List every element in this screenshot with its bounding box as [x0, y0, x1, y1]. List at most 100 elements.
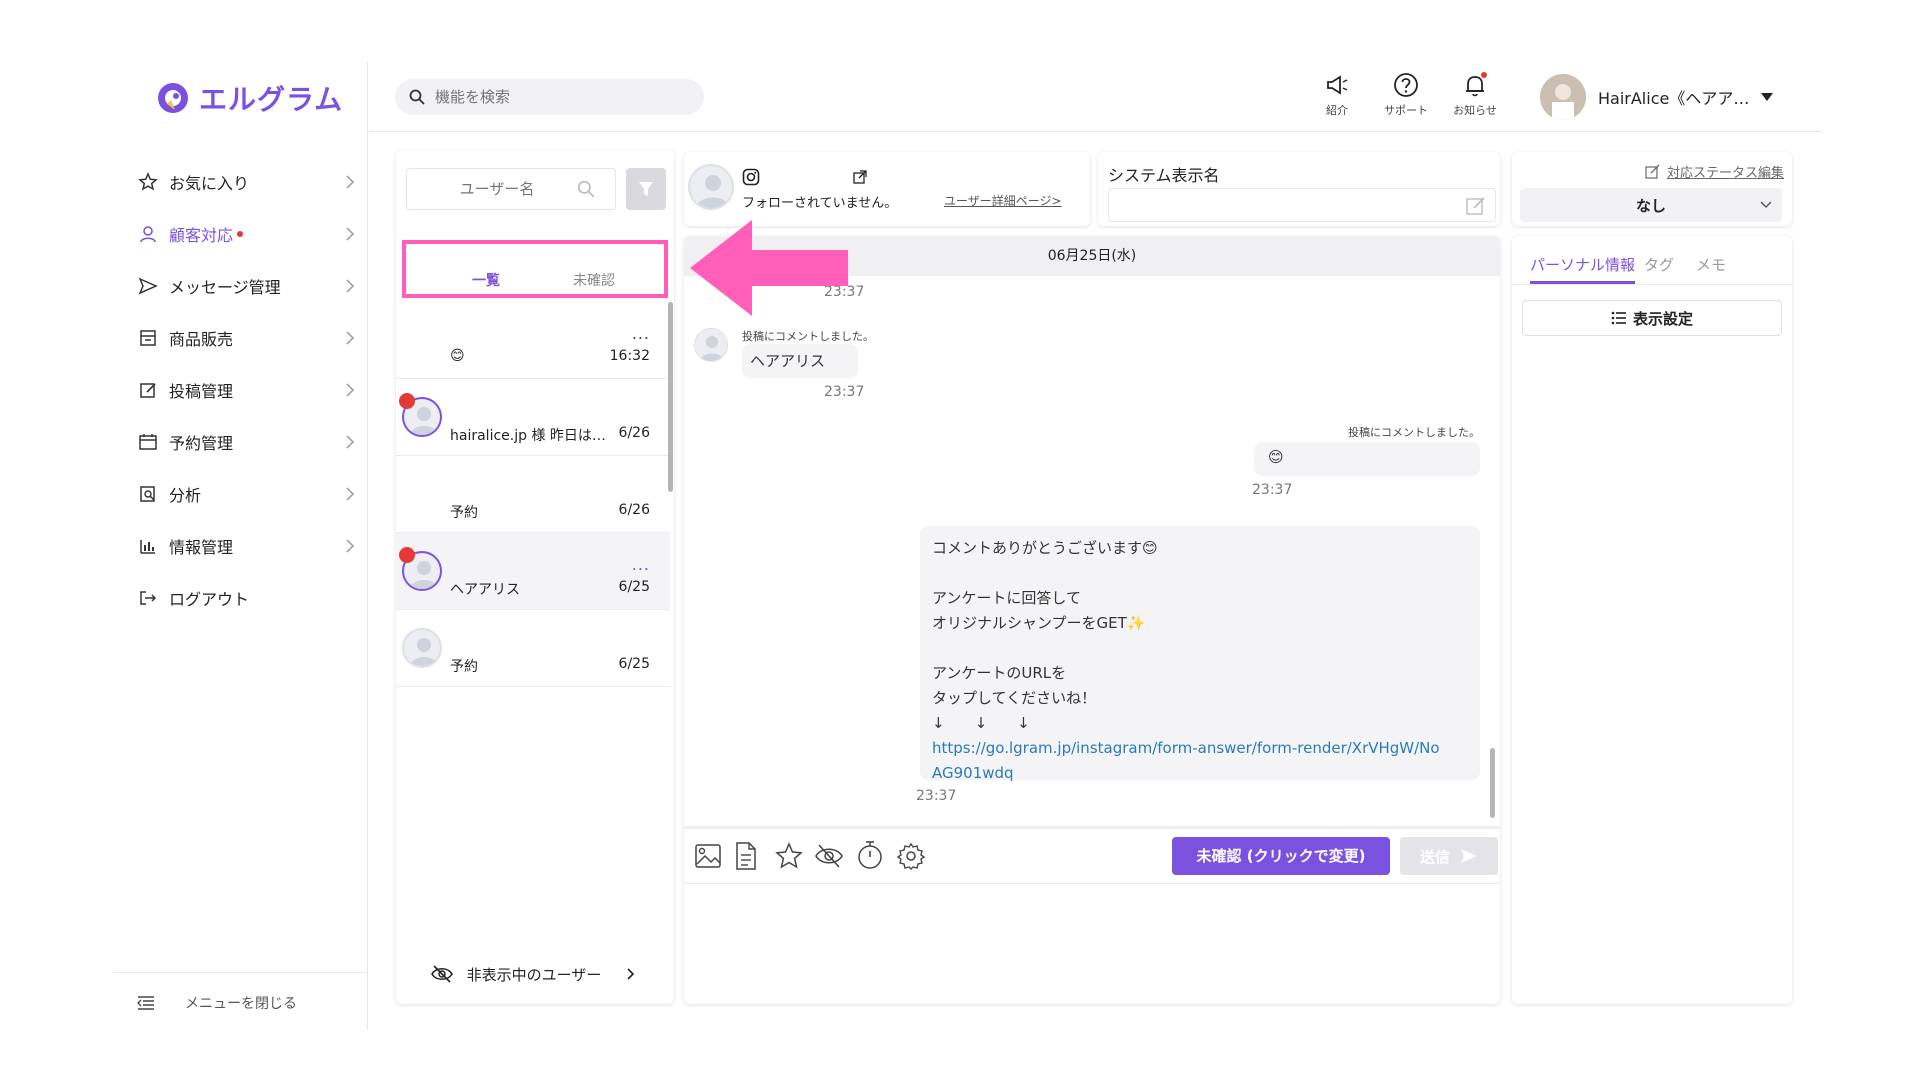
sidebar-item-posts[interactable]: 投稿管理: [137, 370, 363, 410]
send-button[interactable]: 送信: [1400, 837, 1498, 875]
list-scrollbar[interactable]: [668, 302, 673, 492]
list-item[interactable]: hairalice.jp 様 昨日は… 6/26: [396, 379, 670, 456]
gear-icon[interactable]: [896, 841, 926, 871]
list-item-time: 6/25: [618, 579, 650, 595]
tab-tags[interactable]: タグ: [1644, 254, 1674, 275]
close-menu-button[interactable]: メニューを閉じる: [113, 972, 368, 1032]
unread-badge: [399, 393, 415, 409]
message-text: ヘアアリス: [750, 352, 826, 370]
more-icon[interactable]: ...: [632, 324, 650, 343]
chevron-right-icon: [346, 331, 355, 345]
list-item-time: 6/26: [618, 425, 650, 441]
edit-icon[interactable]: [1465, 195, 1487, 217]
sidebar-item-messages[interactable]: メッセージ管理: [137, 266, 363, 306]
message-bubble: コメントありがとうございます😊 アンケートに回答して オリジナルシャンプーをGE…: [920, 526, 1480, 782]
message-link-line[interactable]: https://go.lgram.jp/instagram/form-answe…: [932, 736, 1468, 761]
list-icon: [1611, 311, 1626, 325]
list-item-time: 16:32: [609, 348, 650, 364]
avatar: [694, 328, 728, 362]
instagram-icon[interactable]: [742, 168, 760, 186]
sidebar-item-reservations[interactable]: 予約管理: [137, 422, 363, 462]
tab-unconfirmed[interactable]: 未確認: [554, 270, 634, 290]
chat-scrollbar[interactable]: [1490, 748, 1495, 818]
sidebar-item-label: メッセージ管理: [169, 278, 281, 297]
list-item-name: 予約: [450, 659, 478, 675]
unread-badge: [399, 547, 415, 563]
shop-icon: [140, 330, 156, 346]
chevron-right-icon: [346, 279, 355, 293]
star-icon[interactable]: [774, 841, 804, 871]
message-line: [932, 561, 1468, 586]
sidebar-item-customer[interactable]: 顧客対応: [137, 214, 363, 254]
display-settings-button[interactable]: 表示設定: [1522, 300, 1782, 336]
avatar: [1540, 74, 1586, 120]
external-link-icon[interactable]: [853, 170, 867, 184]
display-settings-label: 表示設定: [1632, 309, 1693, 328]
bell-icon: [1466, 72, 1487, 97]
tab-label: タグ: [1644, 256, 1675, 274]
status-edit-label: 対応ステータス編集: [1666, 166, 1784, 181]
user-menu[interactable]: HairAlice《ヘアア…: [1540, 74, 1774, 120]
status-edit-link[interactable]: 対応ステータス編集: [1645, 162, 1784, 181]
more-icon[interactable]: ...: [632, 555, 650, 574]
list-item[interactable]: 予約 6/25: [396, 610, 670, 687]
sidebar: エルグラム お気に入り 顧客対応 メッセージ管理 商品販売 投稿管理 予約管理 …: [113, 62, 368, 1030]
tab-memo[interactable]: メモ: [1696, 254, 1726, 275]
tab-label: 一覧: [472, 273, 500, 289]
sidebar-item-favorites[interactable]: お気に入り: [137, 162, 363, 202]
hidden-users-button[interactable]: 非表示中のユーザー: [396, 946, 670, 1002]
caret-down-icon: [1761, 93, 1774, 101]
filter-button[interactable]: [626, 168, 666, 210]
user-detail-link[interactable]: ユーザー詳細ページ>: [944, 192, 1062, 209]
system-name-input[interactable]: [1108, 188, 1496, 222]
analysis-icon: [140, 486, 155, 502]
avatar: [688, 164, 734, 210]
sidebar-item-sales[interactable]: 商品販売: [137, 318, 363, 358]
chevron-down-icon: [1760, 201, 1772, 208]
unconfirmed-toggle-button[interactable]: 未確認 (クリックで変更): [1172, 837, 1390, 875]
message-input[interactable]: [684, 886, 1500, 1004]
chevron-right-icon: [346, 175, 355, 189]
feature-search-input[interactable]: [435, 88, 675, 106]
edit-icon: [1645, 164, 1660, 179]
sidebar-item-label: 顧客対応: [169, 226, 234, 245]
person-icon: [140, 226, 156, 243]
sidebar-item-analysis[interactable]: 分析: [137, 474, 363, 514]
tab-all[interactable]: 一覧: [446, 270, 526, 290]
list-item-name: ヘアアリス: [450, 582, 520, 598]
follow-status: フォローされていません。: [742, 196, 898, 211]
chat-user-header: フォローされていません。 ユーザー詳細ページ>: [684, 152, 1090, 226]
logo[interactable]: エルグラム: [155, 78, 343, 118]
document-icon[interactable]: [734, 841, 758, 871]
menu-collapse-icon: [137, 995, 154, 1010]
sidebar-item-logout[interactable]: ログアウト: [137, 578, 363, 618]
notification-dot: [237, 231, 244, 237]
eye-off-icon[interactable]: [814, 843, 844, 869]
sidebar-item-info[interactable]: 情報管理: [137, 526, 363, 566]
message-bubble: 😊: [1254, 442, 1480, 476]
message-line: アンケートのURLを: [932, 664, 1067, 682]
search-icon: [409, 89, 425, 105]
chevron-right-icon: [627, 968, 635, 980]
user-search-input[interactable]: [407, 180, 577, 198]
list-item[interactable]: ... 😊 16:32: [396, 302, 670, 379]
support-button[interactable]: サポート: [1381, 72, 1431, 118]
list-item[interactable]: 予約 6/26: [396, 456, 670, 533]
notifications-button[interactable]: お知らせ: [1450, 72, 1500, 118]
image-icon[interactable]: [694, 843, 722, 869]
message-line: ↓ ↓ ↓: [932, 714, 1030, 732]
message-link-line[interactable]: AG901wdq: [932, 761, 1468, 786]
tab-personal-info[interactable]: パーソナル情報: [1530, 254, 1636, 284]
edit-icon: [140, 383, 156, 398]
avatar: [402, 628, 442, 668]
user-search-field[interactable]: [406, 168, 616, 210]
status-select[interactable]: なし: [1520, 188, 1782, 222]
intro-button[interactable]: 紹介: [1312, 72, 1362, 118]
message-link[interactable]: https://go.lgram.jp/instagram/form-answe…: [932, 736, 1468, 786]
search-icon: [577, 180, 595, 198]
list-item-selected[interactable]: ... ヘアアリス 6/25: [396, 533, 670, 610]
feature-search[interactable]: [395, 79, 704, 115]
eye-off-icon: [430, 965, 453, 983]
timer-icon[interactable]: [856, 839, 884, 871]
sidebar-item-label: 情報管理: [169, 538, 234, 557]
